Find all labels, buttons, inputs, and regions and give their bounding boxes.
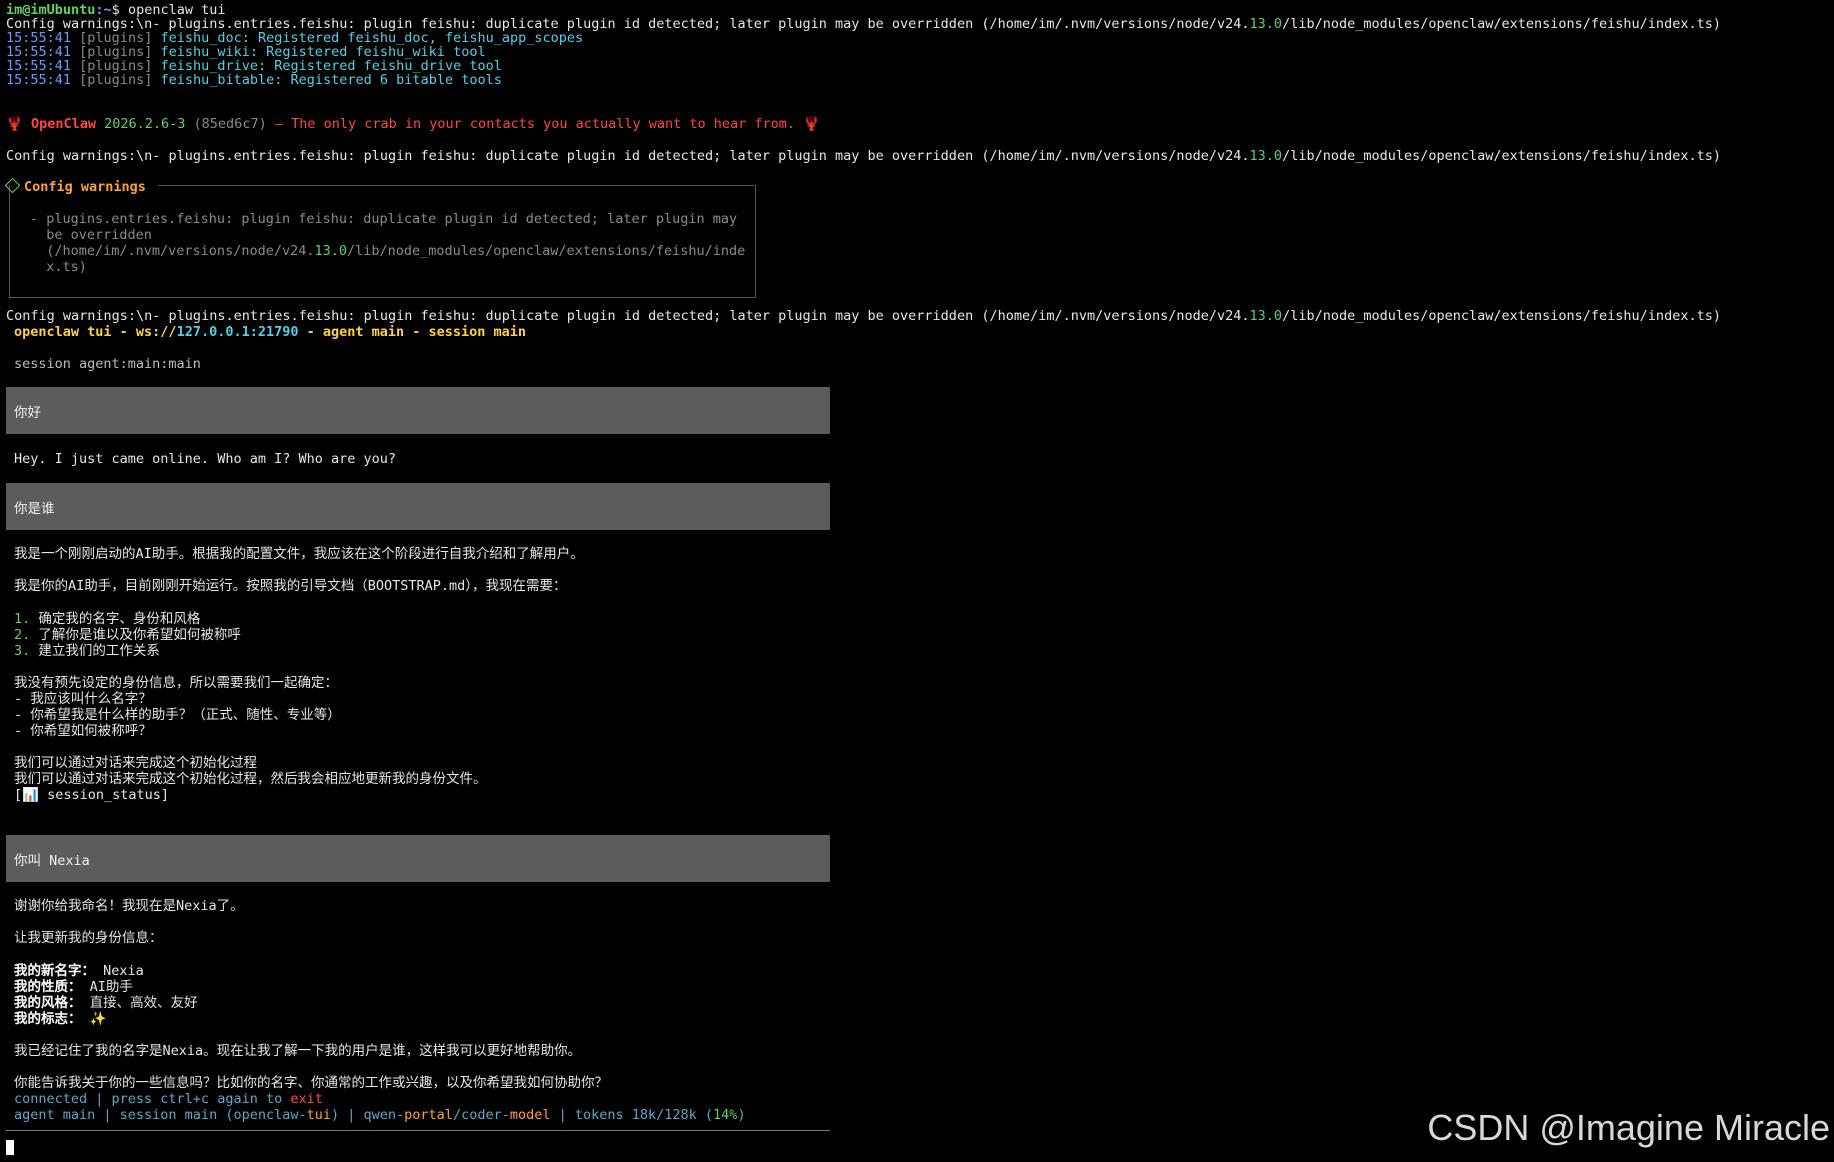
box-border (158, 185, 754, 186)
assistant-text: 我已经记住了我的名字是Nexia。现在让我了解一下我的用户是谁，这样我可以更好地… (14, 1043, 582, 1059)
warn-box-text: x.ts) (30, 259, 87, 275)
sparkle-icon: ✨ (81, 1011, 107, 1027)
user-message: 你叫 Nexia (6, 835, 830, 882)
assistant-text: 我们可以通过对话来完成这个初始化过程 (14, 755, 257, 771)
assistant-text: 我没有预先设定的身份信息，所以需要我们一起确定： (14, 675, 338, 691)
input-cursor[interactable] (6, 1140, 14, 1155)
assistant-text: 我是一个刚刚启动的AI助手。根据我的配置文件，我应该在这个阶段进行自我介绍和了解… (14, 546, 584, 562)
session-line: session agent:main:main (14, 356, 201, 372)
assistant-text: 我是你的AI助手，目前刚刚开始运行。按照我的引导文档（BOOTSTRAP.md）… (14, 578, 567, 594)
input-separator (6, 1130, 830, 1131)
assistant-text: 让我更新我的身份信息： (14, 930, 163, 946)
assistant-text: 谢谢你给我命名！我现在是Nexia了。 (14, 898, 244, 914)
user-message: 你是谁 (6, 483, 830, 530)
warn-box-text: - plugins.entries.feishu: plugin feishu:… (30, 211, 738, 227)
session-status-bar: agent main | session main (openclaw-tui)… (14, 1107, 746, 1123)
assistant-text: 你能告诉我关于你的一些信息吗？比如你的名字、你通常的工作或兴趣，以及你希望我如何… (14, 1075, 608, 1091)
openclaw-banner: 🦞 OpenClaw 2026.2.6-3 (85ed6c7) — The on… (6, 116, 820, 132)
assistant-text: 我们可以通过对话来完成这个初始化过程，然后我会相应地更新我的身份文件。 (14, 771, 487, 787)
warn-box-text: (/home/im/.nvm/versions/node/v24.13.0/li… (30, 243, 746, 259)
tool-call[interactable]: [📊 session_status] (14, 787, 169, 803)
identity-field: 我的新名字： Nexia (14, 963, 144, 979)
config-warnings-title: Config warnings (4, 177, 146, 195)
identity-field: 我的风格： 直接、高效、友好 (14, 995, 198, 1011)
list-item: - 你希望我是什么样的助手？（正式、随性、专业等） (14, 707, 341, 723)
list-item: - 你希望如何被称呼？ (14, 723, 152, 739)
chart-icon: 📊 (22, 787, 39, 803)
tui-header: openclaw tui - ws://127.0.0.1:21790 - ag… (14, 324, 527, 340)
config-warning-line: Config warnings:\n- plugins.entries.feis… (6, 308, 1721, 324)
plugin-log-line: 15:55:41 [plugins] feishu_bitable: Regis… (6, 72, 502, 88)
list-item: 3. 建立我们的工作关系 (14, 643, 160, 659)
identity-field: 我的性质： AI助手 (14, 979, 133, 995)
crab-icon: 🦞 (803, 116, 820, 132)
user-message: 你好 (6, 387, 830, 434)
list-item: - 我应该叫什么名字？ (14, 691, 152, 707)
crab-icon: 🦞 (6, 116, 23, 132)
identity-field: 我的标志： ✨ (14, 1011, 107, 1027)
list-item: 1. 确定我的名字、身份和风格 (14, 611, 201, 627)
watermark: CSDN @Imagine Miracle (1427, 1107, 1830, 1148)
diamond-icon (4, 177, 21, 194)
assistant-message: Hey. I just came online. Who am I? Who a… (14, 451, 397, 467)
warn-box-text: be overridden (30, 227, 152, 243)
config-warning-line: Config warnings:\n- plugins.entries.feis… (6, 148, 1721, 164)
list-item: 2. 了解你是谁以及你希望如何被称呼 (14, 627, 241, 643)
connection-status: connected | press ctrl+c again to exit (14, 1091, 323, 1107)
